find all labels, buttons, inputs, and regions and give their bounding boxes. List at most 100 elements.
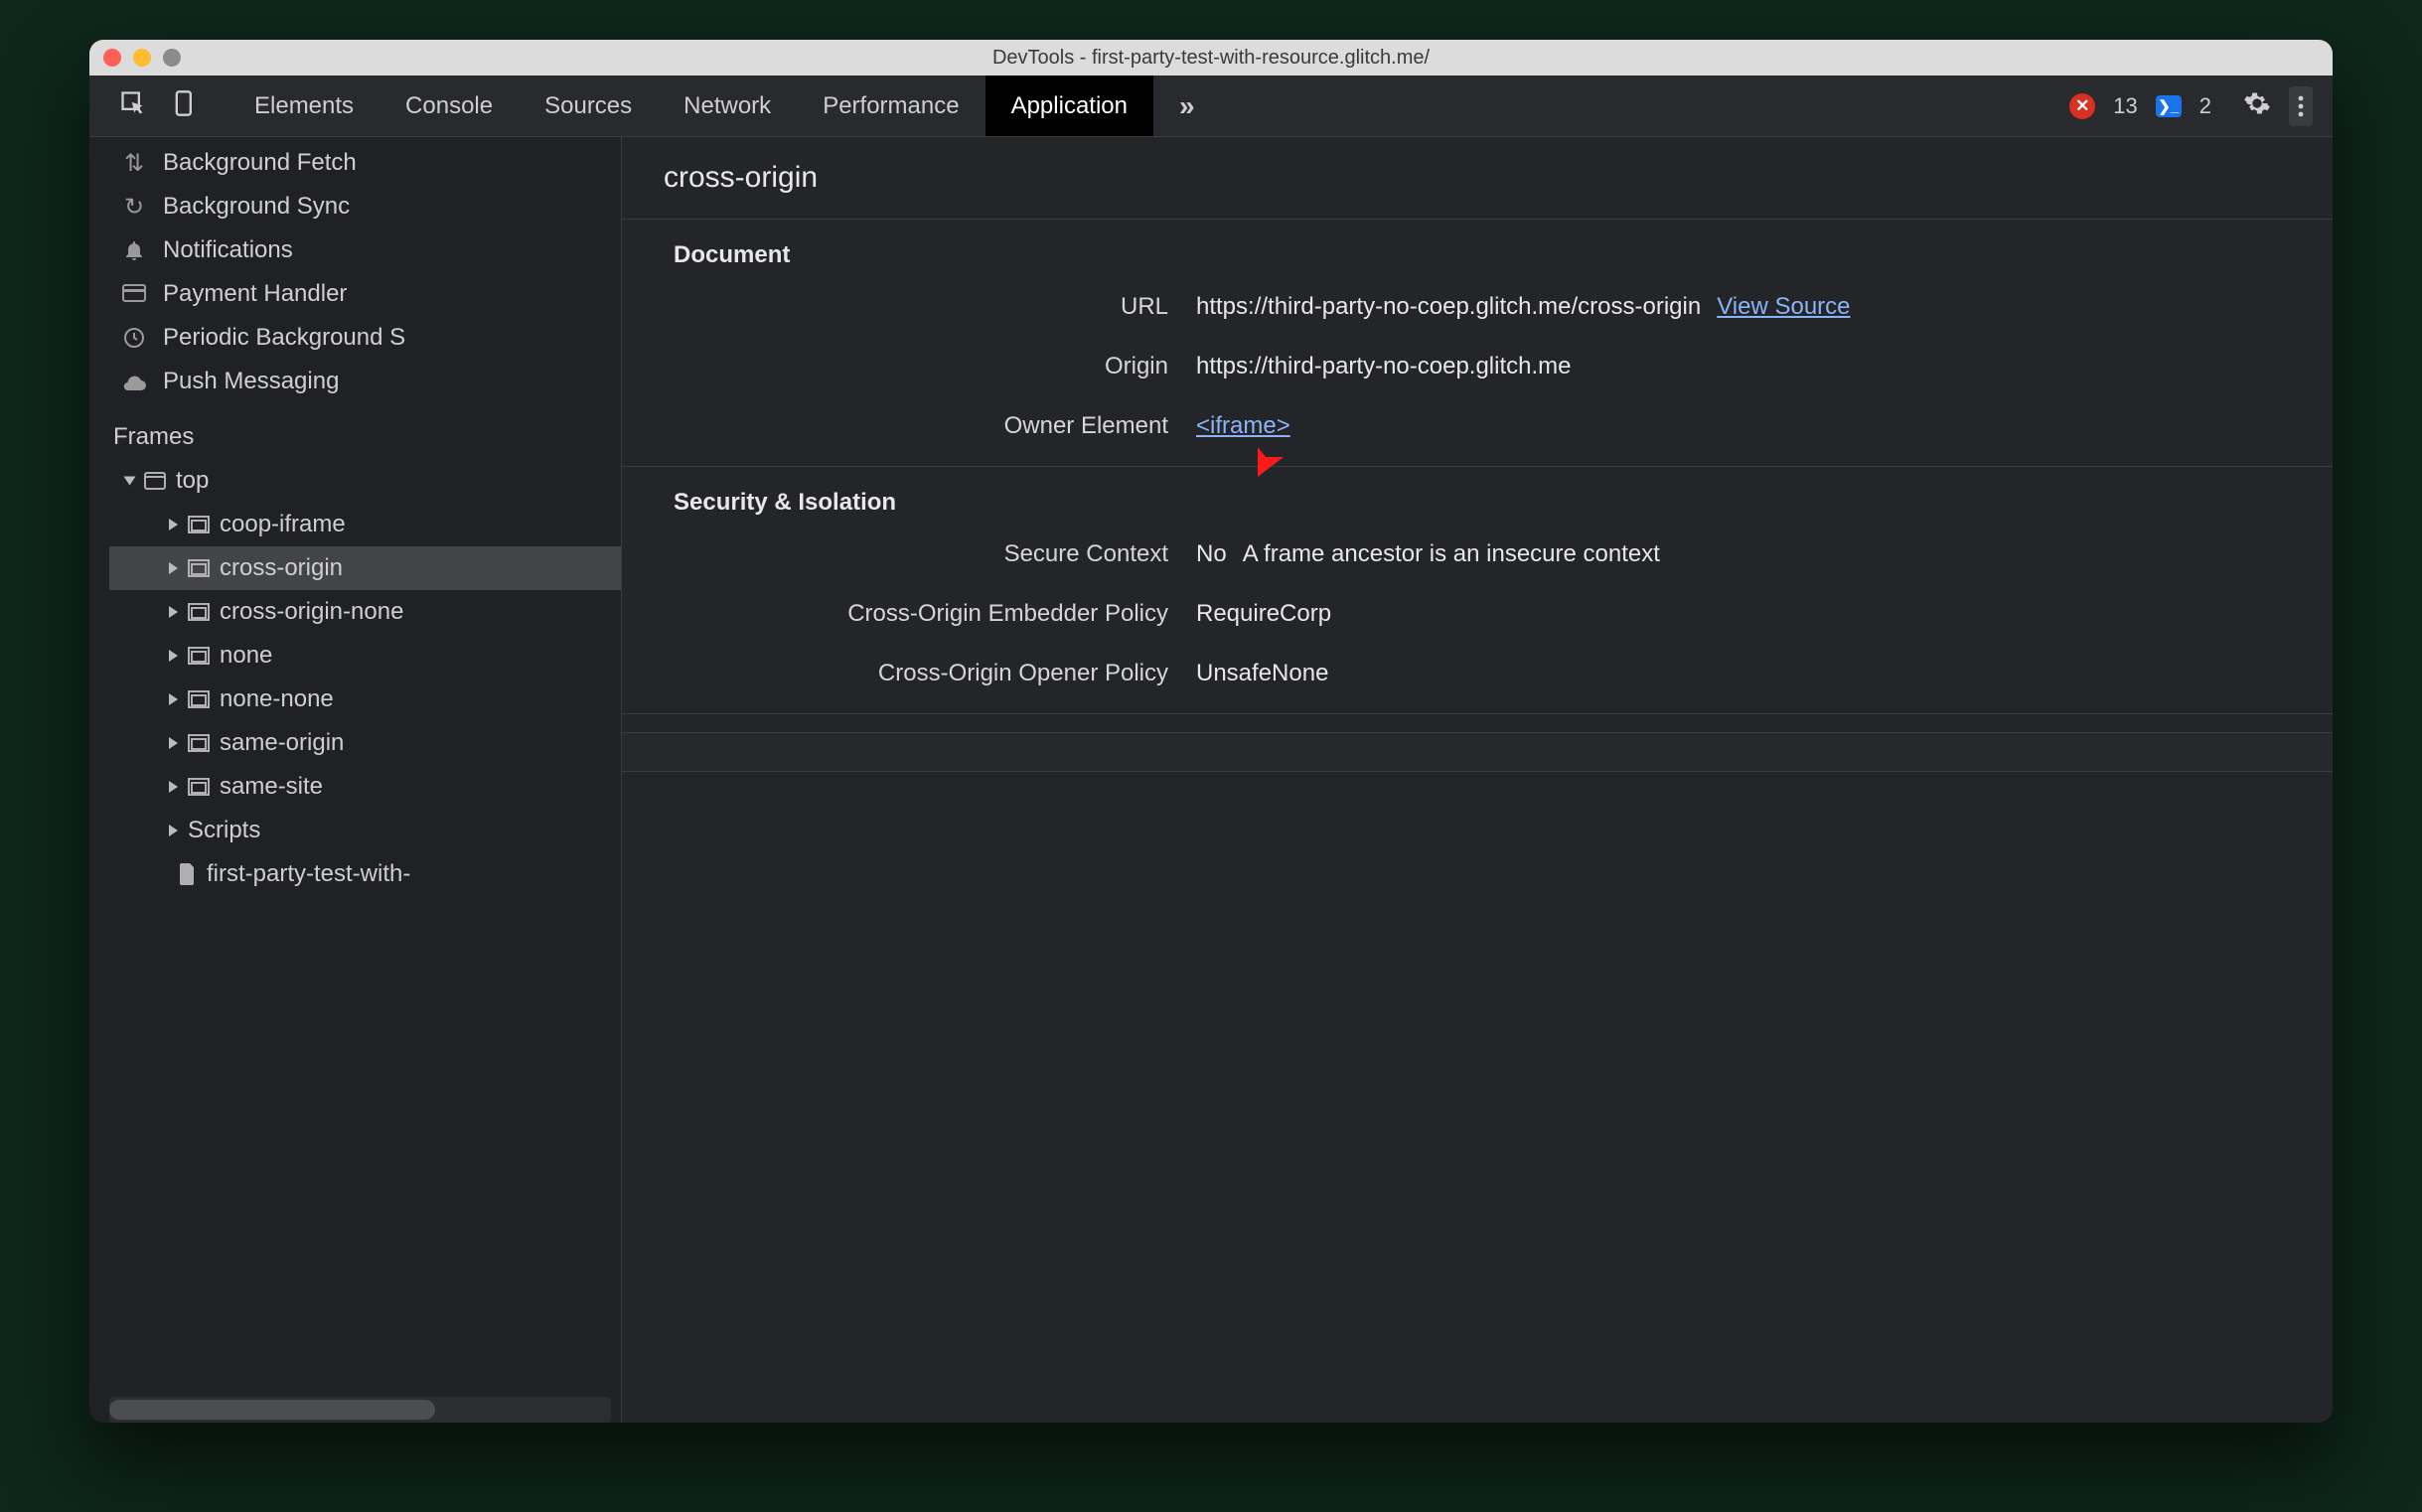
sidebar-label: Background Fetch xyxy=(163,149,357,177)
tree-node-same-origin[interactable]: same-origin xyxy=(109,721,621,765)
tree-node-script-item[interactable]: first-party-test-with- xyxy=(109,852,621,896)
tree-label: cross-origin-none xyxy=(220,598,403,626)
scrollbar-thumb[interactable] xyxy=(109,1400,435,1420)
inspect-element-icon[interactable] xyxy=(119,89,147,123)
notifications-icon xyxy=(119,238,149,262)
frame-icon xyxy=(188,516,210,533)
frame-icon xyxy=(188,734,210,752)
sidebar-label: Push Messaging xyxy=(163,368,339,395)
sidebar-item-notifications[interactable]: Notifications xyxy=(89,228,621,272)
security-heading: Security & Isolation xyxy=(622,489,2333,530)
origin-value: https://third-party-no-coep.glitch.me xyxy=(1196,353,1572,380)
security-isolation-section: Security & Isolation Secure Context No A… xyxy=(622,467,2333,714)
caret-right-icon xyxy=(169,519,178,530)
sidebar-label: Periodic Background S xyxy=(163,324,405,352)
tree-label: cross-origin xyxy=(220,554,343,582)
sidebar-section-frames: Frames xyxy=(89,403,621,459)
device-toggle-icon[interactable] xyxy=(171,89,199,123)
coop-value: UnsafeNone xyxy=(1196,660,1328,687)
payment-handler-icon xyxy=(119,284,149,304)
tree-node-cross-origin-none[interactable]: cross-origin-none xyxy=(109,590,621,634)
secure-context-value: No xyxy=(1196,540,1227,568)
sidebar-label: Background Sync xyxy=(163,193,350,221)
origin-label: Origin xyxy=(622,353,1168,380)
settings-gear-icon[interactable] xyxy=(2243,89,2271,123)
tab-console[interactable]: Console xyxy=(379,76,519,136)
view-source-link[interactable]: View Source xyxy=(1717,293,1850,321)
caret-right-icon xyxy=(169,737,178,749)
coep-value: RequireCorp xyxy=(1196,600,1331,628)
sidebar-scrollbar[interactable] xyxy=(109,1397,611,1423)
tree-label: none-none xyxy=(220,685,334,713)
frame-icon xyxy=(188,559,210,577)
frame-details-panel: cross-origin Document URL https://third-… xyxy=(622,137,2333,1423)
owner-element-label: Owner Element xyxy=(622,412,1168,440)
frame-icon xyxy=(188,778,210,796)
document-section: Document URL https://third-party-no-coep… xyxy=(622,220,2333,467)
tree-node-cross-origin[interactable]: cross-origin xyxy=(109,546,621,590)
caret-right-icon xyxy=(169,693,178,705)
url-label: URL xyxy=(622,293,1168,321)
document-heading: Document xyxy=(622,241,2333,283)
tree-node-top[interactable]: top xyxy=(109,459,621,503)
frame-icon xyxy=(188,647,210,665)
tree-node-none-none[interactable]: none-none xyxy=(109,678,621,721)
frame-icon xyxy=(188,690,210,708)
tree-node-same-site[interactable]: same-site xyxy=(109,765,621,809)
caret-right-icon xyxy=(169,562,178,574)
info-badge-icon[interactable]: ❯_ xyxy=(2156,95,2182,117)
caret-right-icon xyxy=(169,781,178,793)
tree-label: top xyxy=(176,467,209,495)
tree-node-coop-iframe[interactable]: coop-iframe xyxy=(109,503,621,546)
periodic-bg-sync-icon xyxy=(119,326,149,350)
sidebar-label: Payment Handler xyxy=(163,280,347,308)
tree-label: coop-iframe xyxy=(220,511,346,538)
sidebar-item-periodic-bg-sync[interactable]: Periodic Background S xyxy=(89,316,621,360)
sidebar-item-payment-handler[interactable]: Payment Handler xyxy=(89,272,621,316)
tree-node-scripts[interactable]: Scripts xyxy=(109,809,621,852)
error-count[interactable]: 13 xyxy=(2113,93,2137,119)
sidebar-item-background-sync[interactable]: ↻ Background Sync xyxy=(89,185,621,228)
sidebar-label: Notifications xyxy=(163,236,293,264)
push-messaging-icon xyxy=(119,373,149,390)
application-sidebar: ⇅ Background Fetch ↻ Background Sync Not… xyxy=(89,137,622,1423)
coop-label: Cross-Origin Opener Policy xyxy=(622,660,1168,687)
kebab-menu-icon[interactable] xyxy=(2289,86,2313,126)
tab-application[interactable]: Application xyxy=(985,76,1153,136)
devtools-window: DevTools - first-party-test-with-resourc… xyxy=(89,40,2333,1423)
secure-context-label: Secure Context xyxy=(622,540,1168,568)
tab-network[interactable]: Network xyxy=(658,76,797,136)
background-sync-icon: ↻ xyxy=(119,193,149,222)
sidebar-item-background-fetch[interactable]: ⇅ Background Fetch xyxy=(89,141,621,185)
panel-tabs: Elements Console Sources Network Perform… xyxy=(228,76,1153,136)
tab-performance[interactable]: Performance xyxy=(797,76,984,136)
tree-node-none[interactable]: none xyxy=(109,634,621,678)
caret-right-icon xyxy=(169,650,178,662)
titlebar: DevTools - first-party-test-with-resourc… xyxy=(89,40,2333,76)
error-badge-icon[interactable]: ✕ xyxy=(2069,93,2095,119)
tree-label: Scripts xyxy=(188,817,260,844)
tab-sources[interactable]: Sources xyxy=(519,76,658,136)
tree-label: first-party-test-with- xyxy=(207,860,410,888)
tab-elements[interactable]: Elements xyxy=(228,76,379,136)
empty-section xyxy=(622,732,2333,772)
tree-label: none xyxy=(220,642,272,670)
frame-title: cross-origin xyxy=(622,137,2333,220)
sidebar-item-push-messaging[interactable]: Push Messaging xyxy=(89,360,621,403)
annotation-arrow-icon xyxy=(1238,399,1327,489)
window-title: DevTools - first-party-test-with-resourc… xyxy=(89,47,2333,70)
background-fetch-icon: ⇅ xyxy=(119,149,149,178)
frames-tree: top coop-iframe cross-origin xyxy=(89,459,621,896)
tree-label: same-site xyxy=(220,773,323,801)
frame-icon xyxy=(188,603,210,621)
window-icon xyxy=(144,472,166,490)
info-count[interactable]: 2 xyxy=(2199,93,2211,119)
devtools-tabbar: Elements Console Sources Network Perform… xyxy=(89,76,2333,137)
caret-right-icon xyxy=(169,825,178,836)
url-value: https://third-party-no-coep.glitch.me/cr… xyxy=(1196,293,1701,321)
tree-label: same-origin xyxy=(220,729,344,757)
document-icon xyxy=(179,863,197,885)
more-tabs-icon[interactable]: » xyxy=(1153,76,1221,136)
caret-right-icon xyxy=(169,606,178,618)
secure-context-extra: A frame ancestor is an insecure context xyxy=(1243,540,1660,568)
